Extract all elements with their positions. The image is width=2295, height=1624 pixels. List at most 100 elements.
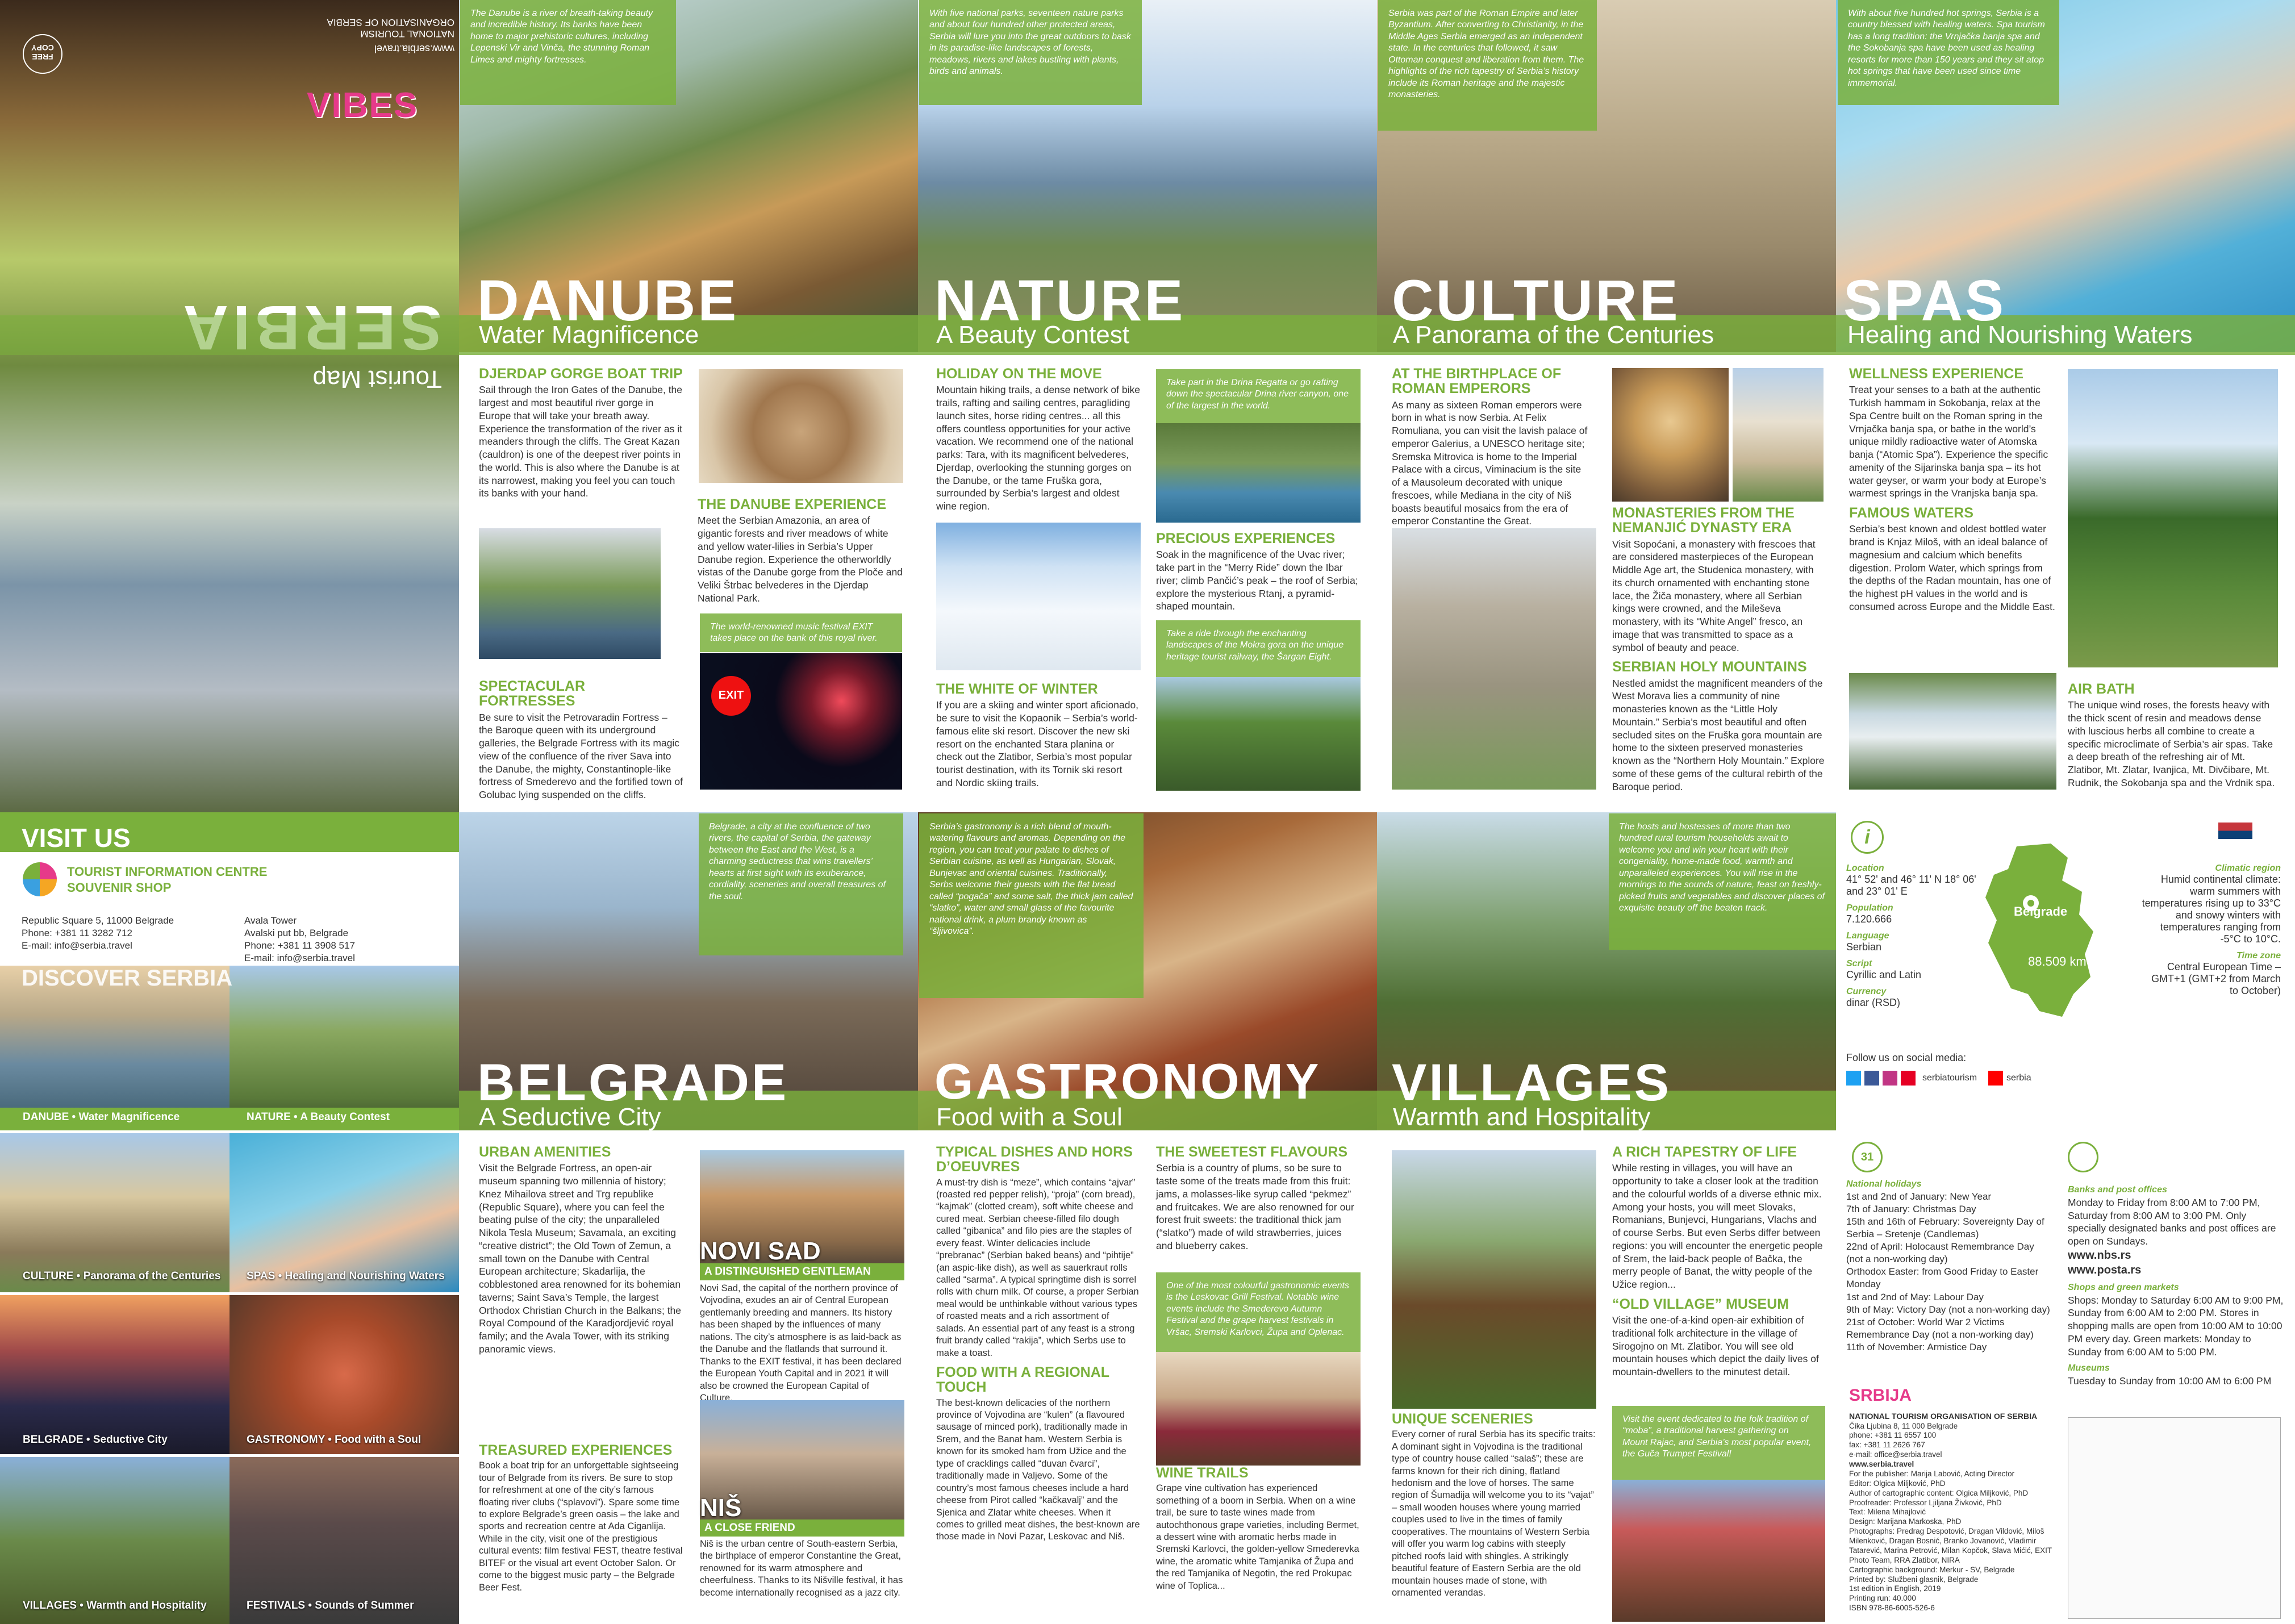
address-1: Republic Square 5, 11000 Belgrade Phone:… [22, 915, 174, 952]
tile-belgrade-label[interactable]: BELGRADE • Seductive City [23, 1434, 168, 1446]
cover-green-bar [0, 315, 459, 355]
fact-label: Currency [1846, 987, 1887, 996]
tile-culture-photo [0, 1133, 229, 1292]
tile-villages-label[interactable]: VILLAGES • Warmth and Hospitality [23, 1600, 207, 1612]
imprint-block: NATIONAL TOURISM ORGANISATION OF SERBIA … [1849, 1412, 2054, 1613]
discover-title: DISCOVER SERBIA [22, 966, 233, 991]
culture-intro-note: Serbia was part of the Roman Empire and … [1378, 0, 1597, 131]
heading: WINE TRAILS [1156, 1465, 1249, 1481]
address-2: Avala Tower Avalski put bb, Belgrade Pho… [244, 915, 355, 965]
gastro-col-left: TYPICAL DISHES AND HORS D’OEUVRES A must… [936, 1139, 1141, 1543]
instagram-icon[interactable] [1883, 1071, 1897, 1086]
heading: THE SWEETEST FLAVOURS [1156, 1144, 1348, 1160]
heading: MONASTERIES FROM THE NEMANJIĆ DYNASTY ER… [1612, 505, 1795, 536]
social-icons: serbiatourism serbia [1846, 1071, 2031, 1086]
climate-value: Humid continental climate: warm summers … [2142, 874, 2281, 945]
heading: “OLD VILLAGE” MUSEUM [1612, 1296, 1789, 1312]
tile-culture-label[interactable]: CULTURE • Panorama of the Centuries [23, 1270, 220, 1283]
tic-logo-icon [23, 862, 57, 896]
hours-block: Banks and post offices Monday to Friday … [2068, 1184, 2284, 1388]
heading: AIR BATH [2068, 681, 2135, 697]
nbs-link[interactable]: www.nbs.rs [2068, 1248, 2284, 1263]
tile-danube-label[interactable]: DANUBE • Water Magnificence [23, 1111, 180, 1124]
culture-col-right: MONASTERIES FROM THE NEMANJIĆ DYNASTY ER… [1612, 500, 1825, 793]
posta-link[interactable]: www.posta.rs [2068, 1263, 2284, 1278]
shops-label: Shops and green markets [2068, 1282, 2179, 1292]
drina-note: Take part in the Drina Regatta or go raf… [1156, 369, 1361, 423]
paragraph: Meet the Serbian Amazonia, an area of gi… [698, 515, 903, 604]
tile-festivals-label[interactable]: FESTIVALS • Sounds of Summer [247, 1600, 414, 1612]
cover-org-block: www.serbia.travel NATIONAL TOURISM ORGAN… [318, 16, 455, 54]
exit-logo: EXIT [711, 676, 751, 716]
paragraph: Serbia’s best known and oldest bottled w… [1849, 523, 2055, 612]
paragraph: Treat your senses to a bath at the authe… [1849, 384, 2048, 499]
gastro-col-right: THE SWEETEST FLAVOURS Serbia is a countr… [1156, 1139, 1361, 1253]
shops-hours: Shops: Monday to Saturday 6:00 AM to 9:0… [2068, 1294, 2284, 1358]
fountain-photo [1849, 673, 2056, 790]
paragraph: Mountain hiking trails, a dense network … [936, 384, 1140, 512]
holiday-item: 9th of May: Victory Day (not a non-worki… [1846, 1304, 2050, 1315]
zone-label: Time zone [2236, 951, 2281, 961]
imprint-logo: SRBIJA [1849, 1386, 1912, 1405]
gastronomy-subtitle: Food with a Soul [936, 1103, 1123, 1131]
forest-photo [2068, 369, 2278, 667]
spas-col-left: WELLNESS EXPERIENCE Treat your senses to… [1849, 361, 2056, 613]
paragraph: A must-try dish is “meze”, which contain… [936, 1177, 1139, 1358]
nature-col-right: PRECIOUS EXPERIENCES Soak in the magnifi… [1156, 525, 1361, 613]
mokra-gora-note: Take a ride through the enchanting lands… [1156, 620, 1361, 677]
visit-us-title: VISIT US [22, 823, 131, 853]
imprint-line: For the publisher: Marija Labović, Actin… [1849, 1469, 2015, 1478]
heading: DJERDAP GORGE BOAT TRIP [479, 366, 683, 382]
twitter-icon[interactable] [1846, 1071, 1861, 1086]
holiday-item: Orthodox Easter: from Good Friday to Eas… [1846, 1266, 2039, 1290]
pinterest-icon[interactable] [1901, 1071, 1916, 1086]
facebook-icon[interactable] [1864, 1071, 1879, 1086]
imprint-line: ISBN 978-86-6005-526-6 [1849, 1604, 1935, 1613]
paragraph: Grape vine cultivation has experienced s… [1156, 1483, 1359, 1591]
imprint-line: 1st edition in English, 2019 [1849, 1584, 1941, 1593]
youtube-icon[interactable] [1988, 1071, 2004, 1086]
tile-festivals-photo [229, 1457, 459, 1624]
address-line: E-mail: info@serbia.travel [244, 953, 355, 964]
villages-col-left: UNIQUE SCENERIES Every corner of rural S… [1392, 1406, 1596, 1599]
exit-note: The world-renowned music festival EXIT t… [700, 613, 902, 652]
holiday-item: 21st of October: World War 2 Victims Rem… [1846, 1316, 2034, 1340]
guca-note: Visit the event dedicated to the folk tr… [1612, 1406, 1825, 1480]
spas-col-right: AIR BATH The unique wind roses, the fore… [2068, 676, 2281, 790]
tic-name: TOURIST INFORMATION CENTRE [67, 865, 268, 879]
tile-belgrade-photo [0, 1295, 229, 1454]
fossil-photo [699, 369, 903, 483]
holiday-item: 22nd of April: Holocaust Remembrance Day… [1846, 1241, 2034, 1265]
paragraph: Novi Sad, the capital of the northern pr… [700, 1283, 902, 1403]
villages-intro-note: The hosts and hostesses of more than two… [1609, 813, 1836, 950]
imprint-line: Printed by: Službeni glasnik, Belgrade [1849, 1575, 1979, 1584]
belgrade-subtitle: A Seductive City [479, 1103, 661, 1131]
imprint-line: Photographs: Predrag Despotović, Dragan … [1849, 1527, 2052, 1564]
heading: WELLNESS EXPERIENCE [1849, 366, 2023, 382]
tile-spas-label[interactable]: SPAS • Healing and Nourishing Waters [247, 1270, 445, 1283]
tile-nature-label[interactable]: NATURE • A Beauty Contest [247, 1111, 390, 1124]
youtube-handle[interactable]: serbia [2006, 1073, 2031, 1083]
imprint-line: phone: +381 11 6557 100 [1849, 1431, 1937, 1440]
nature-col-left: HOLIDAY ON THE MOVE Mountain hiking trai… [936, 361, 1141, 513]
wine-photo [1156, 1352, 1361, 1466]
tile-gastro-label[interactable]: GASTRONOMY • Food with a Soul [247, 1434, 421, 1446]
danube-intro-note: The Danube is a river of breath-taking b… [460, 0, 676, 105]
cover-org: NATIONAL TOURISM ORGANISATION OF SERBIA [327, 16, 455, 39]
belgrade-title: BELGRADE [477, 1054, 789, 1112]
museums-hours: Tuesday to Sunday from 10:00 AM to 6:00 … [2068, 1375, 2272, 1387]
museums-label: Museums [2068, 1363, 2110, 1373]
paragraph: Visit the one-of-a-kind open-air exhibit… [1612, 1314, 1819, 1377]
ruins-photo [1392, 528, 1596, 790]
serbia-flag-icon [2218, 823, 2252, 848]
heading: THE WHITE OF WINTER [936, 681, 1098, 697]
zone-value: Central European Time – GMT+1 (GMT+2 fro… [2151, 961, 2281, 996]
fact-value: 7.120.666 [1846, 913, 1892, 925]
holiday-item: 1st and 2nd of May: Labour Day [1846, 1291, 1984, 1302]
social-handle[interactable]: serbiatourism [1922, 1073, 1977, 1083]
culture-subtitle: A Panorama of the Centuries [1393, 321, 1714, 349]
paragraph: Soak in the magnificence of the Uvac riv… [1156, 549, 1358, 612]
heading: THE DANUBE EXPERIENCE [698, 496, 886, 512]
novi-sad-subtitle: A DISTINGUISHED GENTLEMAN [700, 1263, 904, 1280]
spas-intro-note: With about five hundred hot springs, Ser… [1838, 0, 2059, 105]
